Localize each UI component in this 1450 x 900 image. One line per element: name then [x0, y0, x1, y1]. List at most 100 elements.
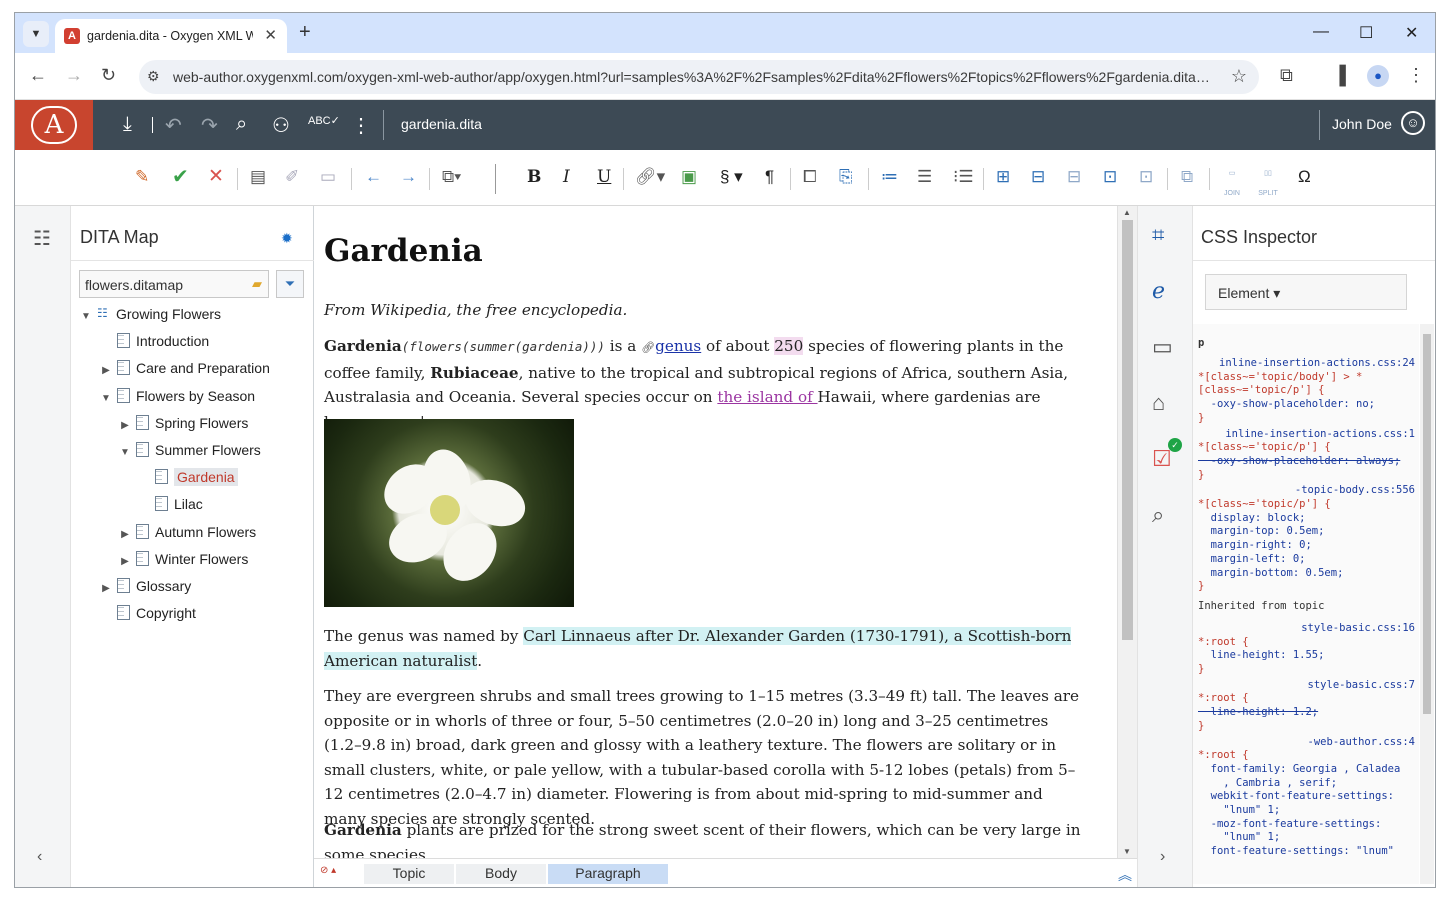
inspector-scrollbar[interactable]	[1420, 324, 1434, 884]
unordered-list-icon[interactable]: ⁝☰	[953, 167, 974, 187]
collapse-icon[interactable]: ▼	[99, 393, 113, 404]
remove-comment-icon[interactable]: ▭	[320, 167, 336, 187]
find-replace-icon[interactable]: ⌕	[1152, 502, 1164, 528]
redo-icon[interactable]: ↷	[201, 113, 218, 138]
map-tree-item[interactable]: ▶ — — — Winter Flowers	[118, 550, 248, 577]
breadcrumb-body[interactable]: Body	[456, 864, 546, 884]
collaboration-icon[interactable]: ⚇	[272, 113, 290, 138]
map-tree-item[interactable]: — — — Copyright	[99, 605, 196, 631]
css-source-link[interactable]: inline-insertion-actions.css:24	[1219, 356, 1415, 370]
close-tab-icon[interactable]: ✕	[264, 26, 277, 44]
underline-button[interactable]: U	[597, 167, 611, 187]
site-info-icon[interactable]: ⚙	[147, 68, 160, 85]
tab-search-button[interactable]: ▼	[23, 21, 49, 47]
element-dropdown[interactable]: Element ▾	[1205, 274, 1407, 310]
paragraph-4[interactable]: Gardenia plants are prized for the stron…	[324, 818, 1084, 858]
collapse-icon[interactable]: ▼	[118, 447, 132, 458]
collapse-icon[interactable]: ▼	[79, 311, 93, 322]
map-tree-item[interactable]: ▼ — — — Summer Flowers	[118, 442, 261, 468]
map-tree-item[interactable]: — — — Introduction	[99, 333, 209, 359]
scroll-up-icon[interactable]: ▲	[1123, 208, 1131, 217]
maximize-icon[interactable]: ☐	[1359, 23, 1373, 43]
url-text[interactable]: web-author.oxygenxml.com/oxygen-xml-web-…	[173, 69, 1218, 85]
insert-row-below-icon[interactable]: ⊟	[1031, 167, 1045, 187]
document-title[interactable]: Gardenia	[324, 233, 483, 269]
forward-icon[interactable]: →	[65, 65, 83, 86]
bookmark-star-icon[interactable]: ☆	[1231, 66, 1247, 87]
expand-icon[interactable]: ▶	[99, 365, 113, 376]
collapse-right-icon[interactable]: ›	[1160, 848, 1165, 866]
css-source-link[interactable]: style-basic.css:7	[1308, 678, 1415, 692]
side-panel-icon[interactable]: ▐	[1333, 65, 1346, 86]
table-properties-icon[interactable]: ⧉	[1181, 167, 1193, 187]
expand-icon[interactable]: ▶	[118, 529, 132, 540]
add-comment-icon[interactable]: ▤	[250, 167, 266, 187]
track-changes-icon[interactable]: ✎	[135, 167, 149, 187]
user-icon[interactable]: ☺	[1401, 111, 1425, 135]
insert-element-icon[interactable]: ⧠	[803, 167, 817, 187]
css-source-link[interactable]: -topic-body.css:556	[1295, 483, 1415, 497]
conref-icon[interactable]: ⎘	[839, 167, 853, 187]
link-island[interactable]: the island of	[717, 388, 817, 406]
insert-row-above-icon[interactable]: ⊟	[1067, 167, 1081, 187]
paragraph-icon[interactable]: ¶	[765, 167, 774, 187]
paragraph-3[interactable]: They are evergreen shrubs and small tree…	[324, 684, 1084, 832]
map-tree-item[interactable]: ▶ — — — Spring Flowers	[118, 414, 248, 441]
join-cells-button[interactable]: ▭ JOIN	[1219, 164, 1245, 204]
next-change-icon[interactable]: →	[400, 167, 417, 187]
gear-icon[interactable]: ✹	[281, 230, 293, 247]
delete-column-icon[interactable]: ⊡	[1139, 167, 1153, 187]
map-tree-item[interactable]: ▼ ☷ Growing Flowers	[79, 306, 221, 332]
ditamap-selector[interactable]: flowers.ditamap ▰	[79, 270, 269, 298]
new-tab-button[interactable]: +	[299, 21, 311, 44]
css-source-link[interactable]: inline-insertion-actions.css:1	[1225, 427, 1415, 441]
section-icon[interactable]: § ▾	[720, 167, 743, 187]
paragraph-2[interactable]: The genus was named by Carl Linnaeus aft…	[324, 624, 1084, 673]
insert-list-item-icon[interactable]: ≔	[881, 167, 898, 187]
filter-icon[interactable]: ⏷	[276, 270, 304, 298]
reject-change-icon[interactable]: ✕	[208, 167, 224, 187]
highlight-250[interactable]: 250	[774, 337, 804, 355]
gardenia-image[interactable]	[324, 419, 574, 607]
tags-icon[interactable]: ⌂	[1152, 390, 1165, 416]
validation-icon[interactable]: ☑	[1152, 446, 1172, 472]
reload-icon[interactable]: ↻	[101, 65, 116, 86]
download-icon[interactable]: ⤓	[123, 113, 132, 136]
map-tree-item[interactable]: ▶ — — — Glossary	[99, 578, 191, 604]
search-icon[interactable]: ⌕	[236, 113, 247, 136]
browser-menu-icon[interactable]: ⋮	[1407, 65, 1425, 86]
dita-map-icon[interactable]: ☷	[33, 226, 51, 251]
review-options-icon[interactable]: ⧉▾	[442, 167, 461, 187]
editor-scrollbar[interactable]: ▲ ▼	[1117, 206, 1137, 858]
css-inspector-icon[interactable]: ⌗	[1152, 222, 1164, 248]
omnibox[interactable]: ⚙ web-author.oxygenxml.com/oxygen-xml-we…	[139, 60, 1259, 94]
folder-icon[interactable]: ▰	[252, 276, 262, 292]
breadcrumb-topic[interactable]: Topic	[364, 864, 454, 884]
close-window-icon[interactable]: ✕	[1405, 23, 1418, 43]
undo-icon[interactable]: ↶	[165, 113, 182, 138]
map-tree-item[interactable]: — — — Lilac	[137, 496, 203, 522]
profile-avatar[interactable]: ●	[1367, 65, 1389, 87]
tags-toggle-icon[interactable]: ⊘ ▴	[320, 864, 358, 884]
link-icon[interactable]: 🔗︎▾	[635, 167, 665, 187]
more-actions-icon[interactable]: ⋮	[351, 113, 371, 138]
map-tree-item[interactable]: ▼ — — — Flowers by Season	[99, 387, 255, 414]
browser-tab[interactable]: A gardenia.dita - Oxygen XML W ✕	[55, 19, 287, 53]
css-source-link[interactable]: -web-author.css:4	[1308, 735, 1415, 749]
link-genus[interactable]: genus	[655, 337, 701, 355]
ordered-list-icon[interactable]: ☰	[917, 167, 932, 187]
special-characters-icon[interactable]: Ω	[1298, 167, 1311, 187]
expand-icon[interactable]: ▶	[99, 583, 113, 594]
insert-column-icon[interactable]: ⊡	[1103, 167, 1117, 187]
spellcheck-icon[interactable]: ABC✓	[308, 114, 340, 127]
inspector-scroll-thumb[interactable]	[1423, 334, 1431, 714]
scroll-thumb[interactable]	[1122, 220, 1133, 640]
css-source-link[interactable]: style-basic.css:16	[1301, 621, 1415, 635]
insert-image-icon[interactable]: ▣	[681, 167, 697, 187]
previous-change-icon[interactable]: ←	[365, 167, 382, 187]
expand-up-icon[interactable]: ︽	[1118, 864, 1132, 884]
split-cells-button[interactable]: ▯▯ SPLIT	[1255, 164, 1281, 204]
insert-table-icon[interactable]: ⊞	[996, 167, 1010, 187]
minimize-icon[interactable]: —	[1313, 23, 1329, 41]
user-name[interactable]: John Doe	[1332, 116, 1392, 132]
